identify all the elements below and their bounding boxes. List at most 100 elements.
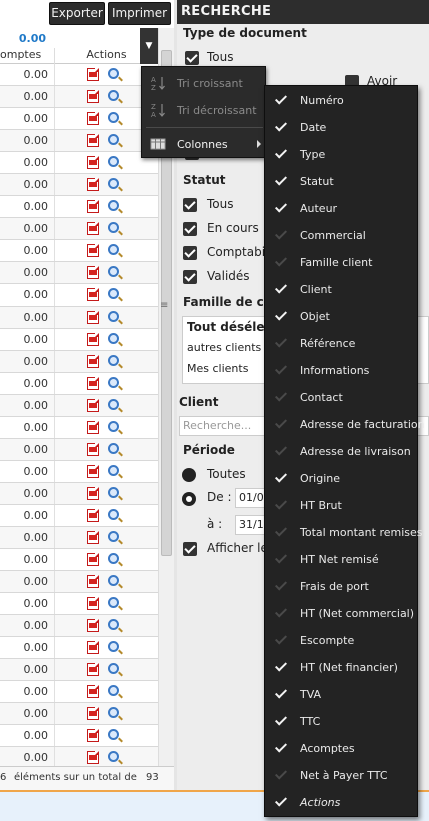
statut-tous-checkbox[interactable] — [183, 198, 197, 212]
pdf-icon[interactable] — [87, 332, 99, 346]
periode-toutes-radio[interactable] — [182, 468, 196, 482]
magnifier-icon[interactable] — [108, 68, 119, 79]
table-row[interactable]: 0.00 — [0, 593, 158, 616]
famille-item-autres[interactable]: autres clients — [187, 341, 261, 354]
pdf-icon[interactable] — [87, 310, 99, 324]
magnifier-icon[interactable] — [108, 641, 119, 653]
table-row[interactable]: 0.00 — [0, 64, 158, 87]
column-toggle-item[interactable]: Contact — [265, 384, 419, 411]
table-row[interactable]: 0.00 — [0, 86, 158, 109]
table-row[interactable]: 0.00 — [0, 725, 158, 748]
afficher-checkbox[interactable] — [183, 542, 197, 556]
pdf-icon[interactable] — [87, 420, 99, 434]
column-header-acomptes[interactable]: omptes — [0, 48, 52, 61]
magnifier-icon[interactable] — [108, 134, 119, 146]
magnifier-icon[interactable] — [108, 420, 119, 432]
table-row[interactable]: 0.00 — [0, 306, 158, 329]
pdf-icon[interactable] — [87, 619, 99, 633]
pdf-icon[interactable] — [87, 178, 99, 192]
column-toggle-item[interactable]: HT (Net commercial) — [265, 600, 419, 627]
table-row[interactable]: 0.00 — [0, 659, 158, 682]
table-row[interactable]: 0.00 — [0, 703, 158, 726]
magnifier-icon[interactable] — [108, 288, 119, 300]
table-row[interactable]: 0.00 — [0, 152, 158, 175]
table-row[interactable]: 0.00 — [0, 328, 158, 351]
column-toggle-item[interactable]: Référence — [265, 330, 419, 357]
magnifier-icon[interactable] — [108, 266, 119, 278]
print-button[interactable]: Imprimer — [108, 2, 171, 25]
column-toggle-item[interactable]: Adresse de livraison — [265, 438, 419, 465]
pdf-icon[interactable] — [87, 508, 99, 522]
magnifier-icon[interactable] — [108, 398, 119, 410]
magnifier-icon[interactable] — [108, 464, 119, 476]
column-toggle-item[interactable]: HT Brut — [265, 492, 419, 519]
menu-columns[interactable]: Colonnes — [142, 132, 267, 156]
pdf-icon[interactable] — [87, 266, 99, 280]
menu-sort-desc[interactable]: Z A Tri décroissant — [142, 98, 267, 122]
column-toggle-item[interactable]: Type — [265, 141, 419, 168]
column-toggle-item[interactable]: Numéro — [265, 87, 419, 114]
magnifier-icon[interactable] — [108, 486, 119, 498]
magnifier-icon[interactable] — [108, 619, 119, 631]
table-row[interactable]: 0.00 — [0, 174, 158, 197]
magnifier-icon[interactable] — [108, 553, 119, 565]
column-toggle-item[interactable]: Acomptes — [265, 735, 419, 762]
column-toggle-item[interactable]: Total montant remises — [265, 519, 423, 546]
magnifier-icon[interactable] — [108, 354, 119, 366]
magnifier-icon[interactable] — [108, 376, 119, 388]
pdf-icon[interactable] — [87, 90, 99, 104]
table-row[interactable]: 0.00 — [0, 571, 158, 594]
table-row[interactable]: 0.00 — [0, 526, 158, 550]
magnifier-icon[interactable] — [108, 332, 119, 344]
pdf-icon[interactable] — [87, 530, 99, 544]
column-toggle-item[interactable]: TVA — [265, 681, 419, 708]
pdf-icon[interactable] — [87, 486, 99, 500]
column-toggle-item[interactable]: Objet — [265, 303, 419, 330]
table-row[interactable]: 0.00 — [0, 504, 158, 527]
magnifier-icon[interactable] — [108, 530, 119, 542]
table-row[interactable]: 0.00 — [0, 637, 158, 660]
pdf-icon[interactable] — [87, 751, 99, 765]
table-row[interactable]: 0.00 — [0, 416, 158, 439]
pdf-icon[interactable] — [87, 376, 99, 390]
menu-sort-asc[interactable]: A Z Tri croissant — [142, 71, 267, 95]
export-button[interactable]: Exporter — [49, 2, 105, 25]
magnifier-icon[interactable] — [108, 707, 119, 719]
table-row[interactable]: 0.00 — [0, 218, 158, 241]
table-row[interactable]: 0.00 — [0, 549, 158, 572]
pdf-icon[interactable] — [87, 442, 99, 456]
column-toggle-item[interactable]: Escompte — [265, 627, 419, 654]
famille-item-mes[interactable]: Mes clients — [187, 362, 248, 375]
pdf-icon[interactable] — [87, 464, 99, 478]
pdf-icon[interactable] — [87, 553, 99, 567]
column-toggle-item[interactable]: Informations — [265, 357, 419, 384]
magnifier-icon[interactable] — [108, 442, 119, 454]
magnifier-icon[interactable] — [108, 508, 119, 520]
column-toggle-item[interactable]: Statut — [265, 168, 419, 195]
type-tous-checkbox[interactable] — [185, 51, 199, 65]
magnifier-icon[interactable] — [108, 244, 119, 256]
pdf-icon[interactable] — [87, 244, 99, 258]
pdf-icon[interactable] — [87, 398, 99, 412]
table-row[interactable]: 0.00 — [0, 482, 158, 505]
statut-encours-checkbox[interactable] — [183, 222, 197, 236]
pdf-icon[interactable] — [87, 729, 99, 743]
magnifier-icon[interactable] — [108, 685, 119, 697]
pdf-icon[interactable] — [87, 685, 99, 699]
column-toggle-item[interactable]: Auteur — [265, 195, 419, 222]
table-row[interactable]: 0.00 — [0, 196, 158, 219]
magnifier-icon[interactable] — [108, 200, 119, 212]
table-row[interactable]: 0.00 — [0, 438, 158, 461]
pdf-icon[interactable] — [87, 288, 99, 302]
magnifier-icon[interactable] — [108, 178, 119, 190]
magnifier-icon[interactable] — [108, 729, 119, 741]
pdf-icon[interactable] — [87, 68, 99, 81]
magnifier-icon[interactable] — [108, 222, 119, 234]
statut-valides-checkbox[interactable] — [183, 270, 197, 284]
table-row[interactable]: 0.00 — [0, 350, 158, 373]
table-row[interactable]: 0.00 — [0, 108, 158, 131]
pdf-icon[interactable] — [87, 641, 99, 655]
column-toggle-item[interactable]: Client — [265, 276, 419, 303]
pdf-icon[interactable] — [87, 112, 99, 126]
table-row[interactable]: 0.00 — [0, 681, 158, 704]
